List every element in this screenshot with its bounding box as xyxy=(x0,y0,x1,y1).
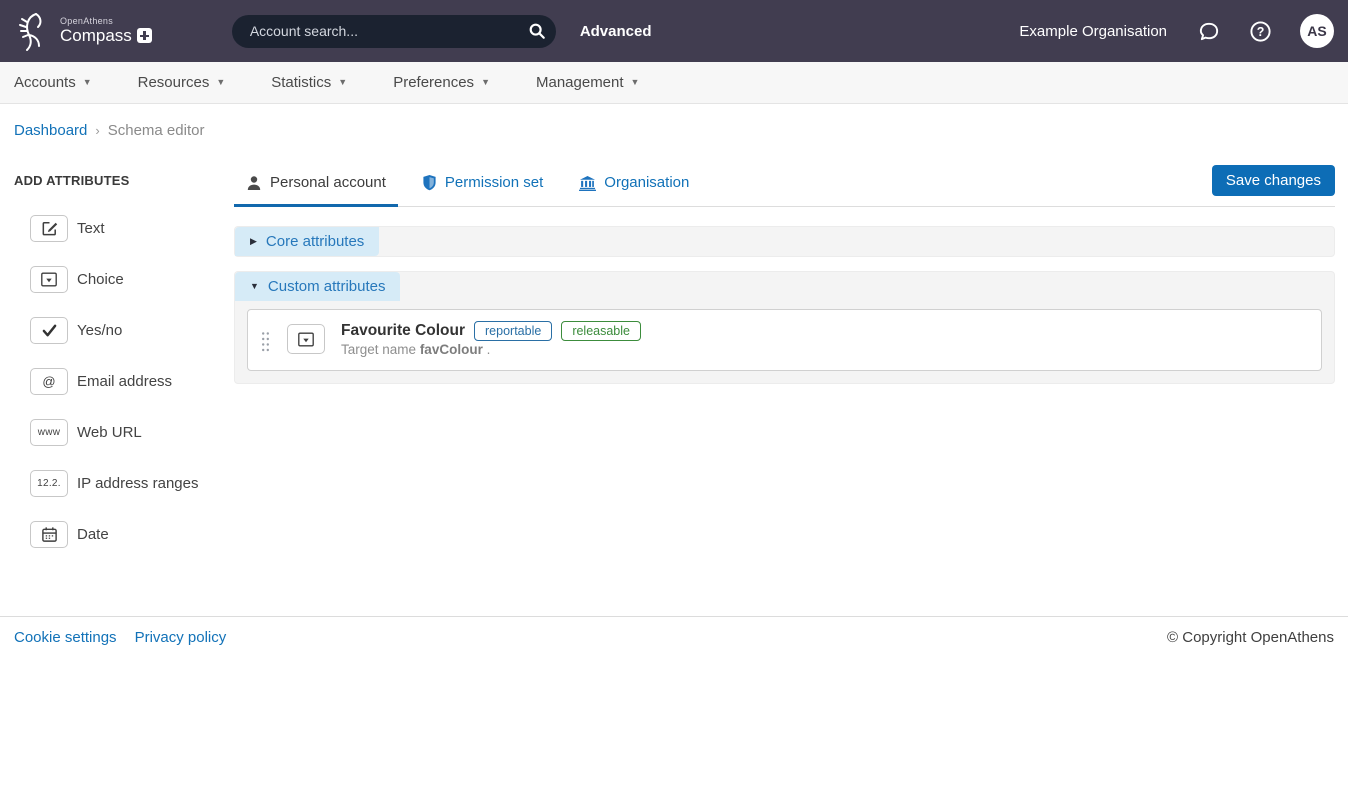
chevron-down-icon: ▼ xyxy=(338,78,347,87)
help-icon: ? xyxy=(1249,20,1272,43)
sidebar-item-yesno[interactable]: Yes/no xyxy=(14,317,234,344)
bank-icon xyxy=(579,175,596,191)
attribute-card-favourite-colour[interactable]: Favourite Colour reportable releasable T… xyxy=(247,309,1322,371)
plus-badge-icon xyxy=(137,28,152,43)
custom-attributes-panel: ▼ Custom attributes xyxy=(234,271,1335,384)
custom-attributes-body: Favourite Colour reportable releasable T… xyxy=(235,301,1334,383)
core-attributes-toggle[interactable]: ▶ Core attributes xyxy=(235,227,379,256)
svg-text:?: ? xyxy=(1257,24,1265,38)
cookie-settings-link[interactable]: Cookie settings xyxy=(14,629,117,646)
search-button[interactable] xyxy=(524,18,550,44)
sidebar-item-date[interactable]: Date xyxy=(14,521,234,548)
www-icon: www xyxy=(30,419,68,446)
schema-editor-main: Personal account Permission set xyxy=(234,165,1335,384)
person-icon xyxy=(246,175,262,191)
breadcrumb-dashboard-link[interactable]: Dashboard xyxy=(14,122,87,139)
app-header: OpenAthens Compass Advanced Example Orga… xyxy=(0,0,1348,62)
sidebar-item-text[interactable]: Text xyxy=(14,215,234,242)
chat-icon xyxy=(1197,20,1221,43)
breadcrumb-separator-icon: › xyxy=(95,123,99,138)
attribute-card-text: Favourite Colour reportable releasable T… xyxy=(341,321,641,358)
releasable-badge: releasable xyxy=(561,321,641,341)
brand-name-label: Compass xyxy=(60,27,132,46)
nav-item-accounts[interactable]: Accounts ▼ xyxy=(14,74,92,91)
sidebar-heading: ADD ATTRIBUTES xyxy=(14,173,234,188)
help-button[interactable]: ? xyxy=(1249,20,1272,43)
collapse-right-icon: ▶ xyxy=(250,237,257,246)
shield-icon xyxy=(422,174,437,191)
chat-button[interactable] xyxy=(1197,20,1221,43)
openathens-logo-icon xyxy=(14,9,52,53)
collapse-down-icon: ▼ xyxy=(250,282,259,291)
dropdown-icon xyxy=(30,266,68,293)
at-icon: @ xyxy=(30,368,68,395)
breadcrumb-current: Schema editor xyxy=(108,122,205,139)
chevron-down-icon: ▼ xyxy=(83,78,92,87)
tab-personal-account[interactable]: Personal account xyxy=(234,165,398,207)
sidebar-item-email[interactable]: @ Email address xyxy=(14,368,234,395)
copyright-text: © Copyright OpenAthens xyxy=(1167,629,1334,646)
app-footer: Cookie settings Privacy policy © Copyrig… xyxy=(0,616,1348,658)
save-changes-button[interactable]: Save changes xyxy=(1212,165,1335,196)
pencil-square-icon xyxy=(30,215,68,242)
add-attributes-sidebar: ADD ATTRIBUTES Text Choice xyxy=(14,165,234,548)
search-icon xyxy=(528,22,546,40)
tab-permission-set[interactable]: Permission set xyxy=(410,165,555,207)
reportable-badge: reportable xyxy=(474,321,552,341)
account-search-input[interactable] xyxy=(248,22,524,40)
drag-handle-icon[interactable] xyxy=(261,331,270,353)
breadcrumb: Dashboard › Schema editor xyxy=(0,104,1348,139)
page-main: ADD ATTRIBUTES Text Choice xyxy=(0,139,1348,616)
sidebar-item-weburl[interactable]: www Web URL xyxy=(14,419,234,446)
user-avatar[interactable]: AS xyxy=(1300,14,1334,48)
chevron-down-icon: ▼ xyxy=(216,78,225,87)
attribute-title: Favourite Colour xyxy=(341,322,465,340)
main-nav: Accounts ▼ Resources ▼ Statistics ▼ Pref… xyxy=(0,62,1348,104)
nav-item-statistics[interactable]: Statistics ▼ xyxy=(271,74,347,91)
account-search xyxy=(232,15,556,48)
custom-attributes-toggle[interactable]: ▼ Custom attributes xyxy=(235,272,400,301)
calendar-icon xyxy=(30,521,68,548)
core-attributes-panel: ▶ Core attributes xyxy=(234,226,1335,257)
tab-organisation[interactable]: Organisation xyxy=(567,165,701,207)
chevron-down-icon: ▼ xyxy=(631,78,640,87)
sidebar-item-choice[interactable]: Choice xyxy=(14,266,234,293)
schema-tabs: Personal account Permission set xyxy=(234,165,1335,207)
nav-item-management[interactable]: Management ▼ xyxy=(536,74,639,91)
brand-logo[interactable]: OpenAthens Compass xyxy=(14,9,152,53)
attribute-target-name: Target name favColour . xyxy=(341,342,490,357)
ip-range-icon: 12.2. xyxy=(30,470,68,497)
organisation-name: Example Organisation xyxy=(1019,23,1167,40)
dropdown-icon xyxy=(287,324,325,354)
advanced-search-link[interactable]: Advanced xyxy=(580,23,652,40)
privacy-policy-link[interactable]: Privacy policy xyxy=(135,629,227,646)
sidebar-item-ip-ranges[interactable]: 12.2. IP address ranges xyxy=(14,470,234,497)
nav-item-resources[interactable]: Resources ▼ xyxy=(138,74,226,91)
nav-item-preferences[interactable]: Preferences ▼ xyxy=(393,74,490,91)
check-icon xyxy=(30,317,68,344)
chevron-down-icon: ▼ xyxy=(481,78,490,87)
